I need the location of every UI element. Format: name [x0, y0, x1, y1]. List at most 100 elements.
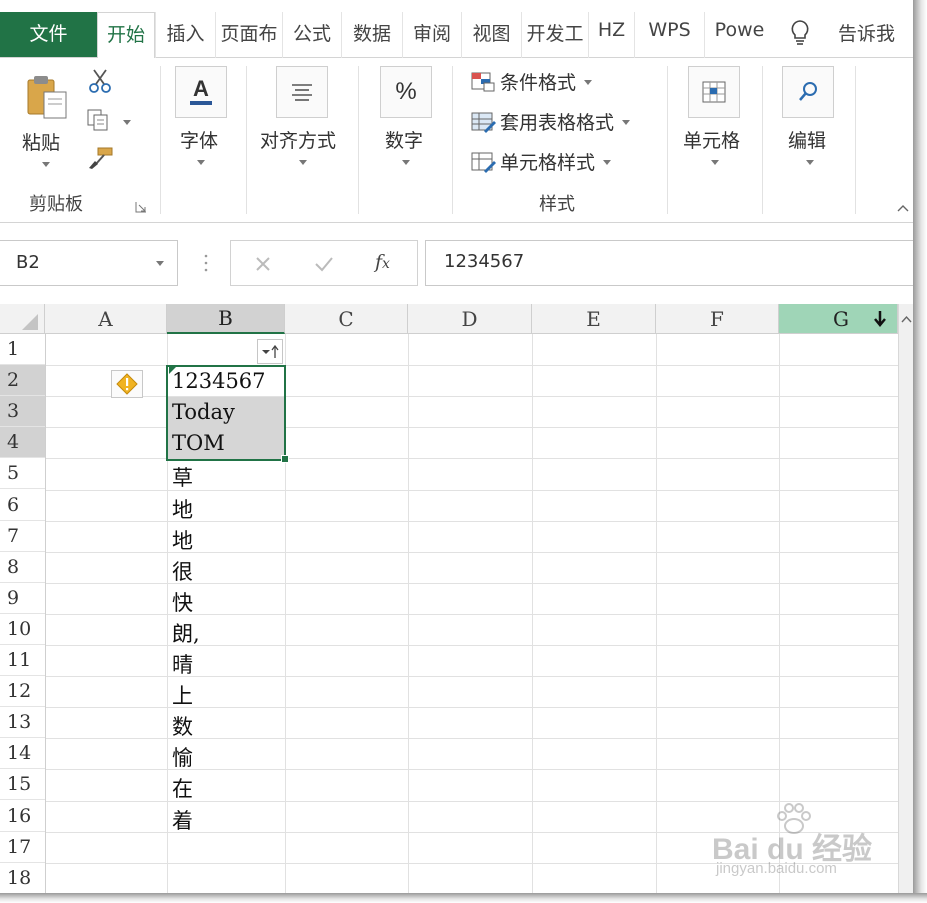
tell-me-box[interactable]: 告诉我 — [820, 12, 913, 58]
conditional-format-button[interactable]: 条件格式 — [470, 68, 593, 95]
row-header-16[interactable]: 16 — [0, 800, 45, 832]
row-header-14[interactable]: 14 — [0, 738, 45, 770]
column-header-c[interactable]: C — [285, 304, 408, 334]
copy-dropdown-caret[interactable] — [123, 120, 131, 125]
row-header-5[interactable]: 5 — [0, 458, 45, 490]
row-header-17[interactable]: 17 — [0, 831, 45, 863]
row-header-13[interactable]: 13 — [0, 707, 45, 739]
cut-icon[interactable] — [86, 68, 114, 94]
row-header-9[interactable]: 9 — [0, 582, 45, 614]
fill-handle[interactable] — [281, 455, 289, 463]
cell-b12[interactable]: 上 — [167, 677, 285, 708]
cell-b13[interactable]: 数 — [167, 708, 285, 739]
row-header-6[interactable]: 6 — [0, 489, 45, 521]
collapse-ribbon-icon[interactable] — [896, 198, 910, 212]
cell-b16[interactable]: 着 — [167, 802, 285, 833]
cell-style-icon — [470, 151, 496, 173]
name-box-dropdown-caret[interactable] — [156, 261, 164, 266]
percent-icon[interactable]: % — [380, 66, 432, 118]
cell-b6[interactable]: 地 — [167, 491, 285, 522]
row-header-15[interactable]: 15 — [0, 769, 45, 801]
column-header-a[interactable]: A — [45, 304, 167, 334]
align-icon[interactable] — [276, 66, 328, 118]
row-header-3[interactable]: 3 — [0, 396, 45, 428]
row-header-1[interactable]: 1 — [0, 334, 45, 365]
dialog-launcher-icon[interactable] — [135, 198, 147, 213]
gridline — [656, 334, 657, 893]
formula-bar: B2 fx 1234567 — [0, 224, 913, 304]
cells-dropdown-caret[interactable] — [711, 160, 719, 165]
row-header-12[interactable]: 12 — [0, 676, 45, 708]
number-button[interactable]: 数字 — [385, 126, 423, 153]
font-color-icon[interactable]: A — [175, 66, 227, 118]
paste-icon[interactable] — [22, 72, 72, 122]
cell-b15[interactable]: 在 — [167, 770, 285, 801]
name-box[interactable]: B2 — [0, 240, 178, 286]
tab-review[interactable]: 审阅 — [402, 12, 461, 58]
tab-power[interactable]: Powe — [704, 12, 774, 58]
tab-file[interactable]: 文件 — [0, 12, 97, 57]
font-button[interactable]: 字体 — [180, 126, 218, 153]
cancel-icon[interactable] — [253, 254, 273, 274]
column-header-g[interactable]: G — [779, 304, 898, 334]
paste-dropdown-caret[interactable] — [42, 162, 50, 167]
cells-icon[interactable] — [688, 66, 740, 118]
tab-developer[interactable]: 开发工 — [521, 12, 588, 58]
row-header-11[interactable]: 11 — [0, 645, 45, 676]
column-header-e[interactable]: E — [532, 304, 656, 334]
copy-icon[interactable] — [86, 108, 112, 132]
column-header-f[interactable]: F — [656, 304, 779, 334]
cell-b17[interactable] — [167, 833, 285, 864]
editing-dropdown-caret[interactable] — [806, 160, 814, 165]
cell-b9[interactable]: 快 — [167, 584, 285, 615]
row-header-18[interactable]: 18 — [0, 862, 45, 893]
cell-b11[interactable]: 晴 — [167, 646, 285, 677]
ribbon-home: 粘贴 剪贴板 A 字体 对齐方式 % 数字 条件格式 套用表格格式 单元格样式 … — [0, 58, 913, 223]
cell-b5[interactable]: 草 — [167, 459, 285, 490]
ribbon-separator — [667, 66, 668, 214]
cell-b14[interactable]: 愉 — [167, 739, 285, 770]
row-header-8[interactable]: 8 — [0, 551, 45, 583]
paste-button[interactable]: 粘贴 — [22, 128, 60, 155]
number-dropdown-caret[interactable] — [402, 160, 410, 165]
tab-home[interactable]: 开始 — [97, 12, 155, 59]
tab-formulas[interactable]: 公式 — [282, 12, 341, 58]
cell-selection-range[interactable] — [166, 365, 286, 461]
confirm-icon[interactable] — [313, 254, 335, 274]
column-header-d[interactable]: D — [408, 304, 532, 334]
editing-button[interactable]: 编辑 — [788, 126, 826, 153]
cell-b7[interactable]: 地 — [167, 522, 285, 553]
row-header-2[interactable]: 2 — [0, 365, 45, 397]
warning-icon[interactable] — [111, 370, 143, 398]
tab-insert[interactable]: 插入 — [155, 12, 215, 58]
format-painter-icon[interactable] — [86, 146, 114, 170]
fx-icon[interactable]: fx — [375, 251, 405, 275]
lightbulb-icon[interactable] — [788, 18, 812, 48]
alignment-button[interactable]: 对齐方式 — [260, 126, 336, 153]
tab-wps[interactable]: WPS — [634, 12, 704, 58]
alignment-dropdown-caret[interactable] — [299, 160, 307, 165]
cell-styles-button[interactable]: 单元格样式 — [470, 148, 612, 175]
row-header-4[interactable]: 4 — [0, 427, 45, 459]
row-header-10[interactable]: 10 — [0, 613, 45, 645]
baidu-watermark: Bai du 经验 jingyan.baidu.com — [712, 800, 902, 880]
cell-b18[interactable] — [167, 864, 285, 893]
tab-hz[interactable]: HZ — [588, 12, 634, 58]
styles-group-label: 样式 — [539, 194, 575, 215]
font-dropdown-caret[interactable] — [197, 160, 205, 165]
frame-shadow — [0, 893, 927, 903]
cell-b8[interactable]: 很 — [167, 553, 285, 584]
format-as-table-button[interactable]: 套用表格格式 — [470, 108, 631, 135]
tab-view[interactable]: 视图 — [461, 12, 521, 58]
row-header-7[interactable]: 7 — [0, 520, 45, 552]
tab-page-layout[interactable]: 页面布 — [215, 12, 282, 58]
formula-input[interactable]: 1234567 — [425, 240, 913, 286]
tab-data[interactable]: 数据 — [341, 12, 402, 58]
column-header-b[interactable]: B — [167, 304, 285, 334]
search-icon[interactable] — [782, 66, 834, 118]
select-all-corner[interactable] — [0, 304, 45, 334]
cell-b10[interactable]: 朗, — [167, 615, 285, 646]
filter-sort-icon[interactable] — [257, 339, 283, 364]
cells-button[interactable]: 单元格 — [683, 126, 740, 153]
formula-bar-handle[interactable] — [204, 252, 208, 274]
